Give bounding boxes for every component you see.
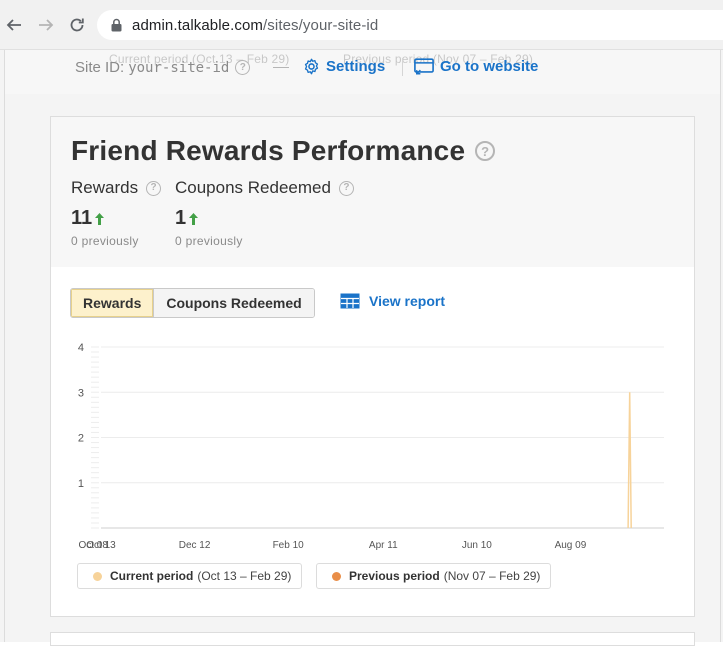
header-divider bbox=[402, 58, 403, 76]
view-report-link[interactable]: View report bbox=[340, 293, 445, 309]
arrow-up-icon bbox=[95, 212, 105, 225]
stat-rewards-number: 11 bbox=[71, 207, 93, 229]
stat-coupons-label-text: Coupons Redeemed bbox=[175, 178, 331, 197]
card-title: Friend Rewards Performance ? bbox=[71, 135, 496, 167]
x-tick-label: Feb 10 bbox=[273, 540, 305, 551]
x-tick-label: Dec 12 bbox=[179, 540, 211, 551]
rewards-chart: 1234Oct 13 Dec 12 Feb 10 Apr 11 Jun 10 Aug 09… bbox=[78, 342, 664, 551]
toggle-coupons-redeemed[interactable]: Coupons Redeemed bbox=[153, 289, 314, 317]
back-button[interactable] bbox=[4, 14, 24, 36]
site-id: Site ID: your-site-id ? bbox=[75, 59, 251, 76]
y-tick-label: 1 bbox=[78, 478, 84, 490]
stat-coupons-value: 1 bbox=[175, 207, 354, 230]
card-summary: Friend Rewards Performance ? Rewards ? 1… bbox=[51, 117, 694, 267]
title-help-icon[interactable]: ? bbox=[475, 141, 496, 161]
stat-rewards: Rewards ? 11 0 previously bbox=[71, 178, 162, 248]
go-to-website-link[interactable]: Go to website bbox=[414, 58, 538, 75]
external-website-icon bbox=[414, 58, 434, 75]
y-tick-label: 2 bbox=[78, 433, 84, 445]
legend-current-period[interactable]: Current period (Oct 13 – Feb 29) bbox=[77, 563, 303, 589]
forward-arrow-icon bbox=[39, 19, 54, 31]
stat-rewards-value: 11 bbox=[71, 207, 161, 230]
x-tick-label: Apr 11 bbox=[369, 540, 398, 551]
card-title-text: Friend Rewards Performance bbox=[71, 135, 466, 166]
stat-coupons-number: 1 bbox=[175, 207, 187, 229]
reload-button[interactable] bbox=[67, 14, 87, 36]
site-id-label: Site ID: bbox=[75, 59, 125, 76]
page-content: Current period (Oct 13 – Feb 29) Previou… bbox=[0, 50, 723, 646]
stat-coupons: Coupons Redeemed ? 1 0 previously bbox=[175, 178, 354, 248]
settings-label: Settings bbox=[326, 58, 386, 75]
site-id-value: your-site-id bbox=[128, 59, 230, 76]
url-path: /sites/your-site-id bbox=[263, 16, 379, 34]
series-line-current-period bbox=[627, 392, 632, 529]
table-icon bbox=[340, 293, 360, 309]
back-arrow-icon bbox=[6, 19, 21, 31]
previous-period-dot-icon bbox=[332, 571, 341, 581]
stat-coupons-label: Coupons Redeemed ? bbox=[175, 178, 354, 198]
settings-link[interactable]: Settings bbox=[303, 58, 385, 75]
toggle-rewards[interactable]: Rewards bbox=[71, 289, 154, 317]
address-bar[interactable]: admin.talkable.com/sites/your-site-id bbox=[97, 10, 723, 40]
rewards-help-icon[interactable]: ? bbox=[146, 180, 162, 196]
metric-toggle: Rewards Coupons Redeemed bbox=[70, 288, 315, 318]
forward-button[interactable] bbox=[36, 14, 56, 36]
legend-previous-label: Previous period bbox=[349, 569, 440, 583]
arrow-up-icon bbox=[189, 212, 199, 225]
stat-rewards-label-text: Rewards bbox=[71, 178, 139, 197]
current-period-dot-icon bbox=[93, 571, 102, 581]
separator-dash bbox=[273, 67, 289, 68]
legend-previous-range: (Nov 07 – Feb 29) bbox=[443, 569, 541, 583]
stat-rewards-label: Rewards ? bbox=[71, 178, 162, 198]
lock-icon bbox=[111, 18, 122, 32]
stat-coupons-previous: 0 previously bbox=[175, 234, 243, 248]
url-host: admin.talkable.com bbox=[132, 16, 264, 34]
legend-current-range: (Oct 13 – Feb 29) bbox=[197, 569, 292, 583]
legend-previous-period[interactable]: Previous period (Nov 07 – Feb 29) bbox=[316, 563, 552, 589]
y-tick-label: 4 bbox=[78, 342, 84, 354]
y-tick-label: 3 bbox=[78, 387, 84, 399]
friend-rewards-card: Friend Rewards Performance ? Rewards ? 1… bbox=[50, 116, 695, 617]
browser-toolbar: admin.talkable.com/sites/your-site-id bbox=[0, 0, 723, 50]
gear-icon bbox=[304, 58, 319, 75]
reload-icon bbox=[70, 18, 84, 32]
go-to-website-label: Go to website bbox=[440, 58, 539, 75]
x-tick-label: Aug 09 bbox=[555, 540, 587, 551]
view-report-label: View report bbox=[369, 293, 445, 309]
site-header: Current period (Oct 13 – Feb 29) Previou… bbox=[5, 50, 720, 94]
next-card-edge bbox=[50, 632, 695, 646]
x-tick-label: Oct 08 bbox=[78, 540, 108, 551]
stat-rewards-previous: 0 previously bbox=[71, 234, 139, 248]
x-tick-label: Jun 10 bbox=[462, 540, 492, 551]
legend-current-label: Current period bbox=[110, 569, 194, 583]
url-text: admin.talkable.com/sites/your-site-id bbox=[132, 17, 378, 34]
coupons-help-icon[interactable]: ? bbox=[338, 180, 354, 196]
site-id-help-icon[interactable]: ? bbox=[235, 60, 251, 75]
